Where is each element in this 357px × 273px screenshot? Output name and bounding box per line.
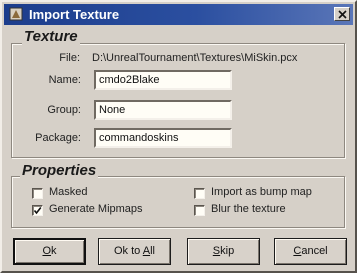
title-bar[interactable]: Import Texture <box>4 4 353 25</box>
generate-mipmaps-checkbox[interactable] <box>32 205 43 216</box>
cancel-button[interactable]: Cancel <box>274 238 347 265</box>
close-icon <box>338 10 347 19</box>
import-as-bump-map-label[interactable]: Import as bump map <box>211 186 312 198</box>
ok-to-all-button[interactable]: Ok to All <box>98 238 171 265</box>
file-path-value: D:\UnrealTournament\Textures\MiSkin.pcx <box>92 52 298 64</box>
file-label: File: <box>59 52 80 64</box>
name-label: Name: <box>48 74 81 86</box>
package-field[interactable]: commandoskins <box>94 128 232 148</box>
skip-button[interactable]: Skip <box>187 238 260 265</box>
group-label: Group: <box>47 104 81 116</box>
generate-mipmaps-label[interactable]: Generate Mipmaps <box>49 203 143 215</box>
properties-group <box>11 176 345 228</box>
close-button[interactable] <box>334 7 350 21</box>
masked-checkbox[interactable] <box>32 188 43 199</box>
ok-button[interactable]: Ok <box>13 238 86 265</box>
properties-section-title: Properties <box>20 162 99 179</box>
app-icon <box>9 7 23 21</box>
group-field[interactable]: None <box>94 100 232 120</box>
masked-label[interactable]: Masked <box>49 186 88 198</box>
name-field[interactable]: cmdo2Blake <box>94 70 232 90</box>
check-icon <box>33 207 42 215</box>
blur-texture-checkbox[interactable] <box>194 205 205 216</box>
import-texture-dialog: Import Texture Texture File: D:\UnrealTo… <box>0 0 357 273</box>
window-title: Import Texture <box>29 7 120 22</box>
blur-texture-label[interactable]: Blur the texture <box>211 203 286 215</box>
texture-section-title: Texture <box>22 28 80 45</box>
package-label: Package: <box>35 132 81 144</box>
import-as-bump-map-checkbox[interactable] <box>194 188 205 199</box>
